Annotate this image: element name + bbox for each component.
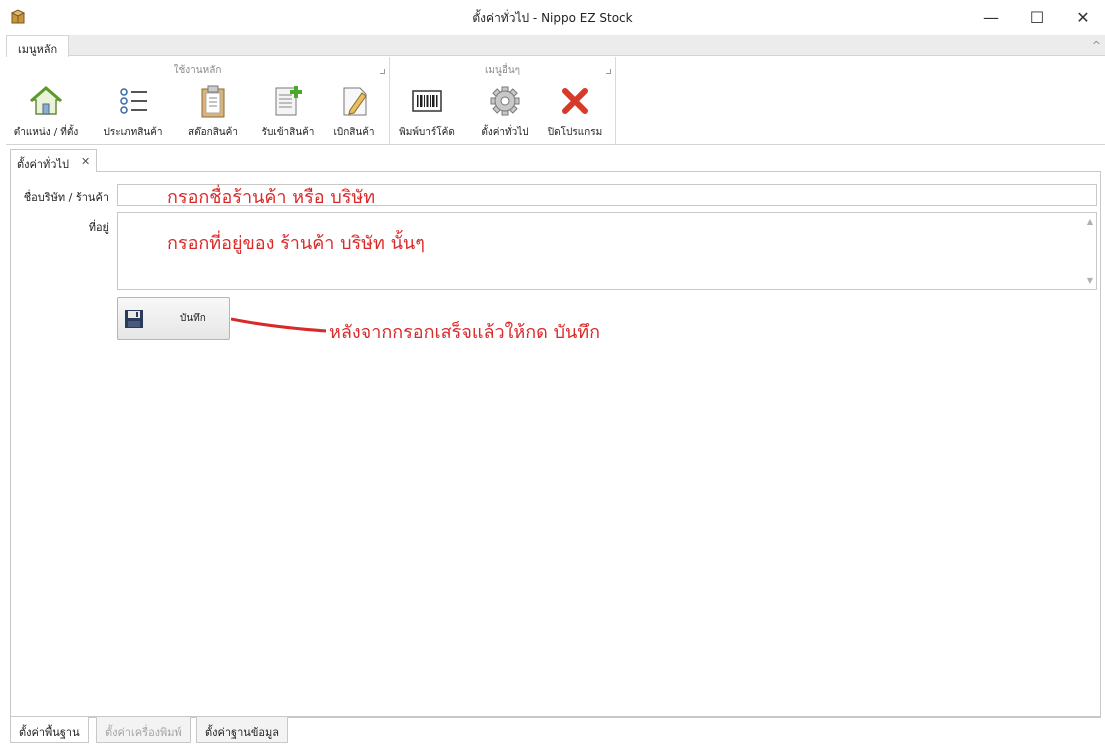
ribbon-group-title: เมนูอื่นๆ (484, 65, 521, 76)
location-button[interactable]: ตำแหน่ง / ที่ตั้ง (6, 81, 86, 140)
ribbon-collapse-icon[interactable]: ^ (1092, 39, 1101, 52)
document-edit-icon (334, 81, 374, 121)
tab-database-settings[interactable]: ตั้งค่าฐานข้อมูล (196, 717, 288, 743)
title-bar: ตั้งค่าทั่วไป - Nippo EZ Stock — ☐ ✕ (0, 0, 1105, 34)
tab-label: ตั้งค่าทั่วไป (17, 158, 69, 171)
ribbon-group-title: ใช้งานหลัก (173, 65, 222, 76)
address-label: ที่อยู่ (88, 221, 109, 234)
close-program-button[interactable]: ปิดโปรแกรม (540, 81, 610, 140)
button-label: ปิดโปรแกรม (547, 127, 603, 138)
scroll-down-icon[interactable]: ▼ (1087, 276, 1093, 285)
clipboard-icon (193, 81, 233, 121)
tab-general-settings[interactable]: ตั้งค่าทั่วไป ✕ (10, 149, 98, 173)
group-launcher-icon[interactable] (606, 69, 611, 74)
bottom-tab-strip: ตั้งค่าพื้นฐาน ตั้งค่าเครื่องพิมพ์ ตั้งค… (10, 717, 1101, 743)
gear-icon (485, 81, 525, 121)
close-window-button[interactable]: ✕ (1060, 0, 1105, 34)
annotation-arrow (231, 317, 327, 333)
tab-basic-settings[interactable]: ตั้งค่าพื้นฐาน (10, 717, 89, 743)
document-tab-strip: ตั้งค่าทั่วไป ✕ (10, 148, 1101, 173)
document-add-icon (268, 81, 308, 121)
button-label: พิมพ์บาร์โค้ด (399, 127, 455, 138)
floppy-disk-icon (125, 309, 143, 328)
save-button-label: บันทึก (180, 313, 206, 324)
company-name-label: ชื่อบริษัท / ร้านค้า (23, 191, 109, 204)
address-hint: กรอกที่อยู่ของ ร้านค้า บริษัท นั้นๆ (167, 233, 425, 254)
save-button[interactable]: บันทึก (117, 297, 230, 340)
general-settings-button[interactable]: ตั้งค่าทั่วไป (470, 81, 540, 140)
button-label: ตั้งค่าทั่วไป (481, 127, 529, 138)
product-type-button[interactable]: ประเภทสินค้า (94, 81, 172, 140)
minimize-button[interactable]: — (968, 0, 1014, 34)
maximize-button[interactable]: ☐ (1014, 0, 1060, 34)
barcode-icon (407, 81, 447, 121)
button-label: รับเข้าสินค้า (261, 127, 315, 138)
settings-form-panel: ชื่อบริษัท / ร้านค้า กรอกชื่อร้านค้า หรื… (10, 172, 1101, 717)
app-window: ตั้งค่าทั่วไป - Nippo EZ Stock — ☐ ✕ เมน… (0, 0, 1105, 746)
stock-button[interactable]: สต๊อกสินค้า (178, 81, 248, 140)
list-icon (113, 81, 153, 121)
window-title: ตั้งค่าทั่วไป - Nippo EZ Stock (472, 11, 633, 25)
close-tab-icon[interactable]: ✕ (81, 155, 90, 172)
ribbon-tab-strip: เมนูหลัก ^ (6, 35, 1105, 57)
house-icon (26, 81, 66, 121)
withdraw-goods-button[interactable]: เบิกสินค้า (322, 81, 386, 140)
scroll-up-icon[interactable]: ▲ (1087, 217, 1093, 226)
ribbon-tab-main-menu[interactable]: เมนูหลัก (6, 35, 70, 57)
ribbon-group-main-use: ใช้งานหลัก ตำแหน่ง / ที่ตั้ง ประเภทสินค้… (6, 57, 390, 145)
button-label: เบิกสินค้า (333, 127, 375, 138)
tab-printer-settings: ตั้งค่าเครื่องพิมพ์ (96, 717, 191, 743)
group-launcher-icon[interactable] (380, 69, 385, 74)
button-label: ประเภทสินค้า (103, 127, 163, 138)
print-barcode-button[interactable]: พิมพ์บาร์โค้ด (392, 81, 462, 140)
receive-goods-button[interactable]: รับเข้าสินค้า (252, 81, 324, 140)
close-x-icon (555, 81, 595, 121)
save-hint: หลังจากกรอกเสร็จแล้วให้กด บันทึก (329, 322, 601, 343)
button-label: สต๊อกสินค้า (188, 127, 238, 138)
ribbon: ใช้งานหลัก ตำแหน่ง / ที่ตั้ง ประเภทสินค้… (6, 57, 1105, 145)
button-label: ตำแหน่ง / ที่ตั้ง (13, 127, 79, 138)
company-name-hint: กรอกชื่อร้านค้า หรือ บริษัท (167, 187, 376, 208)
ribbon-group-other-menu: เมนูอื่นๆ พิมพ์บาร์โค้ด ตั้งค่าทั่วไป ปิ… (390, 57, 616, 145)
